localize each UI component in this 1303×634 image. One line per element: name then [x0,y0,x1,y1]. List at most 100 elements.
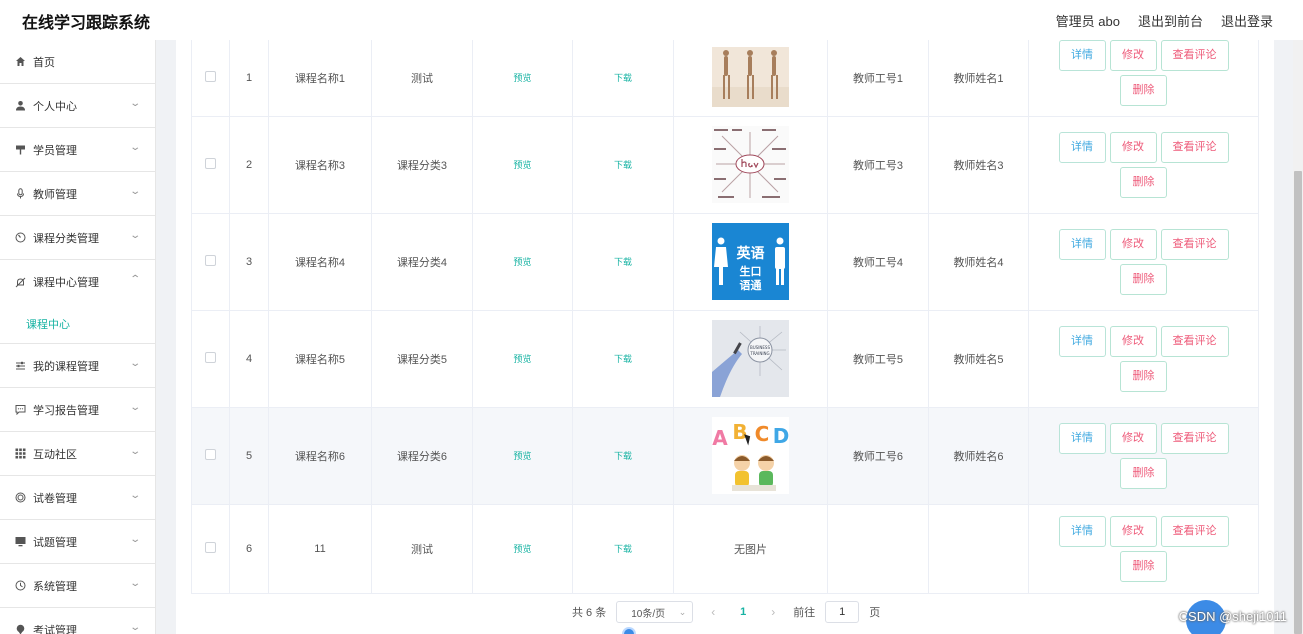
image-text: A [712,426,728,450]
download-cell: 下载 [572,310,674,408]
detail-button[interactable]: 详情 [1058,39,1106,71]
edit-button[interactable]: 修改 [1109,515,1157,547]
teacher-id-cell: 教师工号6 [827,407,929,505]
sidebar-item-community[interactable]: 互动社区 ⌄ [0,432,155,476]
preview-link[interactable]: 预览 [513,257,531,267]
back-to-frontend-link[interactable]: 退出到前台 [1138,11,1203,30]
sidebar-item-exam-management[interactable]: 考试管理 ⌄ [0,608,155,634]
page-size-select[interactable]: 10条/页 ⌄ [616,601,694,623]
image-cell [673,40,828,117]
download-link[interactable]: 下载 [614,73,632,83]
actions-cell: 详情 修改 查看评论 删除 [1028,213,1259,311]
preview-link[interactable]: 预览 [513,160,531,170]
download-link[interactable]: 下载 [614,544,632,554]
detail-button[interactable]: 详情 [1058,228,1106,260]
detail-button[interactable]: 详情 [1058,325,1106,357]
sidebar-item-label: 学员管理 [33,144,77,157]
teacher-name-cell: 教师姓名1 [928,40,1029,117]
delete-button[interactable]: 删除 [1120,550,1167,582]
edit-button[interactable]: 修改 [1109,131,1157,163]
sidebar-item-course-category-management[interactable]: 课程分类管理 ⌄ [0,216,155,260]
view-reviews-button[interactable]: 查看评论 [1160,39,1229,71]
logout-link[interactable]: 退出登录 [1221,11,1273,30]
view-reviews-button[interactable]: 查看评论 [1160,422,1229,454]
sidebar-subitem-course-center[interactable]: 课程中心 [0,304,155,344]
sidebar-item-label: 教师管理 [33,188,77,201]
edit-button[interactable]: 修改 [1109,325,1157,357]
delete-button[interactable]: 删除 [1120,263,1167,295]
teacher-id-cell: 教师工号4 [827,213,929,311]
preview-link[interactable]: 预览 [513,73,531,83]
row-checkbox[interactable] [205,448,216,460]
user-icon [14,100,26,112]
chevron-down-icon: ⌄ [128,446,141,457]
prev-page-icon[interactable]: ‹ [703,605,723,619]
view-reviews-button[interactable]: 查看评论 [1160,131,1229,163]
download-cell: 下载 [572,504,674,594]
bell-off-icon [14,276,26,288]
detail-button[interactable]: 详情 [1058,515,1106,547]
preview-link[interactable]: 预览 [513,451,531,461]
sidebar-item-question-management[interactable]: 试题管理 ⌄ [0,520,155,564]
download-link[interactable]: 下载 [614,160,632,170]
sidebar-item-label: 课程中心管理 [33,277,99,289]
page-scrollbar[interactable] [1293,40,1303,634]
app-title: 在线学习跟踪系统 [22,13,151,32]
sidebar-item-study-report-management[interactable]: 学习报告管理 ⌄ [0,388,155,432]
edit-button[interactable]: 修改 [1109,422,1157,454]
delete-button[interactable]: 删除 [1120,457,1167,489]
teacher-name-cell: 教师姓名6 [928,407,1029,505]
preview-cell: 预览 [472,213,573,311]
sidebar-item-label: 互动社区 [33,448,77,461]
sidebar-item-course-center-management[interactable]: 课程中心管理 ⌃ [0,260,155,304]
edit-button[interactable]: 修改 [1109,228,1157,260]
view-reviews-button[interactable]: 查看评论 [1160,228,1229,260]
preview-cell: 预览 [472,407,573,505]
page-number-current[interactable]: 1 [733,606,753,618]
download-cell: 下载 [572,407,674,505]
sidebar-item-label: 系统管理 [33,580,77,593]
sidebar-item-system-management[interactable]: 系统管理 ⌄ [0,564,155,608]
goto-page-input[interactable]: 1 [825,601,860,623]
sidebar-item-home[interactable]: 首页 [0,40,155,84]
detail-button[interactable]: 详情 [1058,131,1106,163]
image-text: BUSINESS [750,345,770,350]
preview-link[interactable]: 预览 [513,354,531,364]
download-link[interactable]: 下载 [614,451,632,461]
actions-cell: 详情 修改 查看评论 删除 [1028,310,1259,408]
chevron-down-icon: ⌄ [128,402,141,413]
sidebar-item-teacher-management[interactable]: 教师管理 ⌄ [0,172,155,216]
download-cell: 下载 [572,213,674,311]
delete-button[interactable]: 删除 [1120,360,1167,392]
view-reviews-button[interactable]: 查看评论 [1160,515,1229,547]
image-text: B [732,420,747,444]
header-bar: 在线学习跟踪系统 管理员 abo 退出到前台 退出登录 [0,0,1303,40]
course-category-cell: 课程分类4 [371,213,473,311]
download-link[interactable]: 下载 [614,354,632,364]
row-checkbox[interactable] [205,254,216,266]
row-checkbox[interactable] [205,541,216,553]
download-link[interactable]: 下载 [614,257,632,267]
sidebar-item-label: 首页 [33,56,55,69]
row-checkbox[interactable] [205,70,216,82]
delete-button[interactable]: 删除 [1120,74,1167,106]
sidebar-item-exam-paper-management[interactable]: 试卷管理 ⌄ [0,476,155,520]
scrollbar-thumb[interactable] [1294,171,1302,634]
row-checkbox[interactable] [205,351,216,363]
header-actions: 管理员 abo 退出到前台 退出登录 [1056,11,1273,30]
view-reviews-button[interactable]: 查看评论 [1160,325,1229,357]
detail-button[interactable]: 详情 [1058,422,1106,454]
preview-link[interactable]: 预览 [513,544,531,554]
sidebar-item-my-course-management[interactable]: 我的课程管理 ⌄ [0,344,155,388]
row-select-cell [191,504,230,594]
edit-button[interactable]: 修改 [1109,39,1157,71]
next-page-icon[interactable]: › [763,605,783,619]
course-image-business-training: BUSINESS TRAINING [712,320,789,397]
admin-user-label: 管理员 abo [1055,14,1120,29]
sidebar-item-personal-center[interactable]: 个人中心 ⌄ [0,84,155,128]
row-checkbox[interactable] [205,157,216,169]
chevron-down-icon: ⌄ [128,490,141,501]
delete-button[interactable]: 删除 [1120,166,1167,198]
teacher-name-cell: 教师姓名3 [928,116,1029,214]
sidebar-item-student-management[interactable]: 学员管理 ⌄ [0,128,155,172]
